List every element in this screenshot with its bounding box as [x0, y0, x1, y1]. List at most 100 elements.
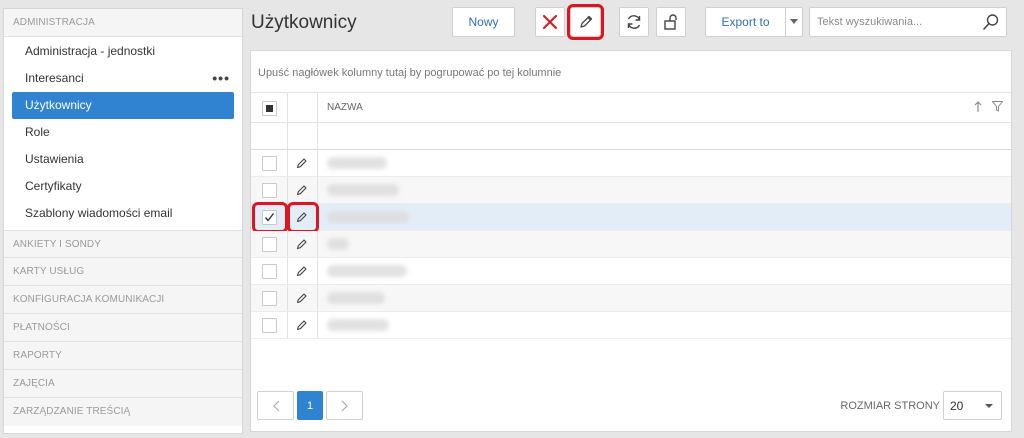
pencil-icon	[296, 185, 307, 196]
row-checkbox-cell	[251, 202, 288, 233]
sidebar-item-role[interactable]: Role	[12, 119, 234, 146]
edit-button[interactable]	[567, 4, 604, 40]
page-title: Użytkownicy	[251, 12, 357, 33]
sidebar: ADMINISTRACJA Administracja - jednostki …	[3, 8, 243, 434]
filter-cell	[251, 123, 288, 149]
section-raporty[interactable]: RAPORTY	[4, 342, 242, 370]
search-box	[809, 7, 1007, 37]
table-row[interactable]	[251, 285, 1011, 312]
row-name-cell[interactable]	[318, 231, 1011, 257]
unlock-button[interactable]	[656, 7, 686, 37]
redacted-name	[327, 292, 385, 304]
table-row[interactable]	[251, 150, 1011, 177]
section-zajecia[interactable]: ZAJĘCIA	[4, 370, 242, 398]
grid-header-row: NAZWA	[251, 93, 1011, 123]
sidebar-item-label: Administracja - jednostki	[25, 44, 156, 58]
page-size-label: ROZMIAR STRONY	[840, 400, 940, 412]
caret-down-icon	[790, 19, 798, 24]
page-size-select[interactable]: 20	[943, 391, 1002, 420]
row-name-cell[interactable]	[318, 285, 1011, 311]
row-checkbox[interactable]	[262, 318, 277, 333]
refresh-icon	[627, 15, 641, 29]
row-name-cell[interactable]	[318, 150, 1011, 176]
nav-list: Administracja - jednostki Interesanci •••…	[4, 37, 242, 230]
redacted-name	[327, 319, 389, 331]
row-name-cell[interactable]	[318, 312, 1011, 338]
sidebar-item-label: Szablony wiadomości email	[25, 206, 173, 220]
pencil-icon	[296, 320, 307, 331]
section-platnosci[interactable]: PŁATNOŚCI	[4, 314, 242, 342]
row-checkbox[interactable]	[262, 291, 277, 306]
table-row[interactable]	[251, 312, 1011, 339]
search-icon[interactable]	[982, 13, 1000, 31]
sidebar-item-uzytkownicy[interactable]: Użytkownicy	[12, 92, 234, 119]
pencil-icon	[296, 266, 307, 277]
pencil-icon	[296, 239, 307, 250]
row-checkbox[interactable]	[262, 156, 277, 171]
row-checkbox[interactable]	[262, 183, 277, 198]
redacted-name	[327, 265, 407, 277]
header-checkbox-cell	[251, 93, 288, 122]
sidebar-item-szablony[interactable]: Szablony wiadomości email	[12, 200, 234, 227]
refresh-button[interactable]	[619, 7, 649, 37]
next-page-button[interactable]	[326, 391, 363, 420]
table-row[interactable]	[251, 231, 1011, 258]
header-edit-cell	[288, 93, 318, 122]
row-checkbox[interactable]	[262, 264, 277, 279]
row-edit-button[interactable]	[288, 150, 318, 176]
sidebar-item-administracja-jednostki[interactable]: Administracja - jednostki	[12, 38, 234, 65]
column-header-nazwa[interactable]: NAZWA	[327, 93, 363, 123]
sidebar-item-ustawienia[interactable]: Ustawienia	[12, 146, 234, 173]
grid-body	[251, 150, 1011, 339]
pencil-icon	[296, 293, 307, 304]
export-dropdown[interactable]	[785, 7, 803, 37]
select-all-checkbox[interactable]	[262, 101, 277, 116]
header-icons	[974, 101, 1003, 113]
section-ankiety[interactable]: ANKIETY I SONDY	[4, 230, 242, 258]
sort-up-icon[interactable]	[974, 101, 982, 113]
table-row[interactable]	[251, 177, 1011, 204]
search-input[interactable]	[810, 8, 980, 36]
unlock-icon	[664, 14, 677, 30]
checkmark-icon	[264, 213, 275, 222]
more-options-icon[interactable]: •••	[212, 65, 230, 92]
chevron-left-icon	[272, 400, 279, 411]
section-karty-uslug[interactable]: KARTY USŁUG	[4, 258, 242, 286]
table-row[interactable]	[251, 202, 1011, 233]
filter-icon[interactable]	[992, 101, 1003, 112]
row-checkbox-cell	[251, 150, 288, 176]
section-konfiguracja[interactable]: KONFIGURACJA KOMUNIKACJI	[4, 286, 242, 314]
row-edit-button[interactable]	[288, 258, 318, 284]
row-edit-button[interactable]	[288, 312, 318, 338]
row-name-cell[interactable]	[318, 204, 1011, 230]
prev-page-button[interactable]	[257, 391, 294, 420]
pencil-icon	[296, 158, 307, 169]
sidebar-item-label: Użytkownicy	[25, 98, 92, 112]
row-checkbox[interactable]	[262, 210, 277, 225]
redacted-name	[327, 157, 387, 169]
row-name-cell[interactable]	[318, 177, 1011, 203]
page-button-current[interactable]: 1	[297, 391, 323, 420]
table-row[interactable]	[251, 258, 1011, 285]
close-icon	[542, 14, 558, 30]
group-drop-zone[interactable]: Upuść nagłówek kolumny tutaj by pogrupow…	[251, 51, 1011, 93]
row-edit-button[interactable]	[288, 177, 318, 203]
delete-button[interactable]	[535, 7, 565, 37]
section-zarzadzanie[interactable]: ZARZĄDZANIE TREŚCIĄ	[4, 398, 242, 426]
sidebar-item-certyfikaty[interactable]: Certyfikaty	[12, 173, 234, 200]
row-edit-button[interactable]	[288, 285, 318, 311]
section-administracja[interactable]: ADMINISTRACJA	[4, 9, 242, 37]
sidebar-item-label: Certyfikaty	[25, 179, 82, 193]
header-name-cell[interactable]: NAZWA	[318, 93, 1011, 122]
row-edit-button[interactable]	[287, 202, 319, 233]
row-name-cell[interactable]	[318, 258, 1011, 284]
new-button[interactable]: Nowy	[452, 7, 515, 37]
sidebar-item-label: Interesanci	[25, 71, 84, 85]
row-edit-button[interactable]	[288, 231, 318, 257]
row-checkbox[interactable]	[262, 237, 277, 252]
redacted-name	[327, 238, 349, 250]
pencil-icon	[579, 15, 592, 28]
chevron-right-icon	[341, 400, 348, 411]
export-button[interactable]: Export to	[705, 7, 786, 37]
sidebar-item-interesanci[interactable]: Interesanci •••	[12, 65, 234, 92]
